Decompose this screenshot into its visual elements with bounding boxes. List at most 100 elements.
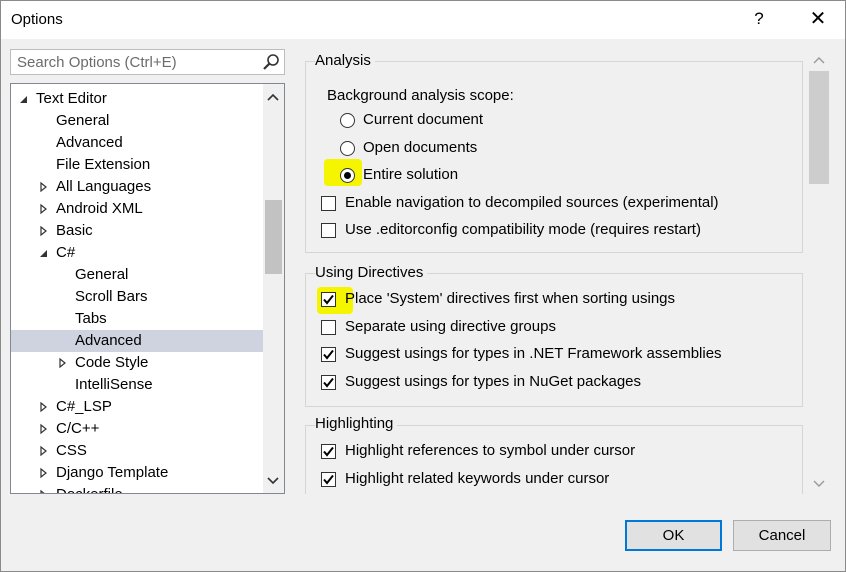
expanded-arrow-icon[interactable] [39, 242, 49, 264]
scope-option-label: Entire solution [363, 166, 459, 183]
scroll-up-icon[interactable] [266, 90, 280, 104]
tree-item[interactable]: C# [11, 242, 263, 264]
collapsed-arrow-icon[interactable] [39, 198, 49, 220]
tree-item[interactable]: Advanced [11, 132, 263, 154]
tree-item-label: File Extension [56, 156, 151, 173]
checked-checkbox[interactable] [321, 292, 336, 307]
ok-button[interactable]: OK [625, 520, 722, 551]
tree-item-label: IntelliSense [75, 376, 153, 393]
checkmark-icon [323, 377, 334, 388]
checked-checkbox[interactable] [321, 472, 336, 487]
highlighting-option-label: Highlight references to symbol under cur… [345, 442, 636, 459]
radio-unselected[interactable] [340, 141, 355, 156]
checked-checkbox[interactable] [321, 444, 336, 459]
collapsed-arrow-icon[interactable] [58, 352, 68, 374]
tree-item[interactable]: C#_LSP [11, 396, 263, 418]
checked-checkbox[interactable] [321, 375, 336, 390]
collapsed-arrow-icon[interactable] [39, 462, 49, 484]
tree-item[interactable]: Text Editor [11, 88, 263, 110]
tree-item-label: General [75, 266, 129, 283]
using-option-label: Suggest usings for types in .NET Framewo… [345, 345, 722, 362]
highlighting-option-label: Highlight related keywords under cursor [345, 470, 610, 487]
checkmark-icon [323, 294, 334, 305]
settings-panel: Analysis Background analysis scope: Curr… [305, 49, 833, 494]
settings-scroll-thumb[interactable] [809, 71, 829, 184]
tree-item-label: All Languages [56, 178, 152, 195]
tree-item-label: Tabs [75, 310, 107, 327]
tree-item[interactable]: All Languages [11, 176, 263, 198]
expanded-arrow-icon[interactable] [19, 88, 29, 110]
collapsed-arrow-icon[interactable] [39, 440, 49, 462]
collapsed-arrow-icon[interactable] [39, 220, 49, 242]
highlighting-heading: Highlighting [315, 415, 398, 432]
search-box [10, 49, 285, 75]
using-option-label: Separate using directive groups [345, 318, 556, 335]
tree-item-label: General [56, 112, 110, 129]
tree-item[interactable]: Code Style [11, 352, 263, 374]
checked-checkbox[interactable] [321, 347, 336, 362]
tree-item-label: Code Style [75, 354, 149, 371]
tree-item-label: Text Editor [36, 90, 107, 107]
tree-item[interactable]: Scroll Bars [11, 286, 263, 308]
editorconfig-compat-checkbox[interactable] [321, 223, 336, 238]
tree-item-label: Dockerfile [56, 484, 123, 493]
tree-item[interactable]: Tabs [11, 308, 263, 330]
options-dialog: Options ? ✕ Text Editor General Advanced Fi… [0, 0, 846, 572]
analysis-heading-label: Analysis [315, 52, 375, 69]
scope-label: Background analysis scope: [327, 87, 514, 104]
tree-item[interactable]: Django Template [11, 462, 263, 484]
radio-selected[interactable] [340, 168, 355, 183]
radio-dot-icon [344, 172, 351, 179]
tree-item-label: C#_LSP [56, 398, 112, 415]
tree-item[interactable]: Dockerfile [11, 484, 263, 494]
decompiled-sources-checkbox[interactable] [321, 196, 336, 211]
tree-item-label: C/C++ [56, 420, 100, 437]
cancel-button[interactable]: Cancel [733, 520, 831, 551]
tree-item-label: Advanced [75, 332, 142, 349]
using-directives-heading: Using Directives [315, 264, 428, 281]
collapsed-arrow-icon[interactable] [39, 176, 49, 198]
tree-item-label: Android XML [56, 200, 143, 217]
checkmark-icon [323, 446, 334, 457]
tree-scroll-thumb[interactable] [265, 200, 282, 274]
collapsed-arrow-icon[interactable] [39, 484, 49, 494]
using-option-label: Suggest usings for types in NuGet packag… [345, 373, 642, 390]
tree-item[interactable]: Android XML [11, 198, 263, 220]
tree-item[interactable]: Basic [11, 220, 263, 242]
scroll-down-icon[interactable] [266, 474, 280, 488]
collapsed-arrow-icon[interactable] [39, 418, 49, 440]
title-bar: Options ? ✕ [1, 1, 845, 39]
search-input[interactable] [11, 50, 261, 74]
tree-item-label: Basic [56, 222, 93, 239]
decompiled-sources-label: Enable navigation to decompiled sources … [345, 194, 719, 211]
editorconfig-compat-label: Use .editorconfig compatibility mode (re… [345, 221, 701, 238]
scroll-up-icon[interactable] [812, 53, 826, 67]
unchecked-checkbox[interactable] [321, 320, 336, 335]
tree-item-label: CSS [56, 442, 87, 459]
collapsed-arrow-icon[interactable] [39, 396, 49, 418]
radio-unselected[interactable] [340, 113, 355, 128]
scope-option-label: Current document [363, 111, 484, 128]
tree-item[interactable]: General [11, 264, 263, 286]
help-button[interactable]: ? [743, 3, 775, 35]
tree-item-label: C# [56, 244, 76, 261]
scroll-down-icon[interactable] [812, 477, 826, 491]
using-option-label: Place 'System' directives first when sor… [345, 290, 676, 307]
tree-item-label: Scroll Bars [75, 288, 148, 305]
tree-item[interactable]: IntelliSense [11, 374, 263, 396]
close-button[interactable]: ✕ [798, 3, 838, 35]
tree-item[interactable]: Advanced [11, 330, 263, 352]
tree-item-label: Django Template [56, 464, 169, 481]
tree-item[interactable]: CSS [11, 440, 263, 462]
search-icon[interactable] [262, 53, 280, 71]
tree-item[interactable]: C/C++ [11, 418, 263, 440]
tree-item[interactable]: General [11, 110, 263, 132]
tree-item-label: Advanced [56, 134, 123, 151]
tree-scrollbar[interactable] [263, 84, 284, 493]
window-title: Options [11, 11, 63, 28]
checkmark-icon [323, 349, 334, 360]
checkmark-icon [323, 474, 334, 485]
settings-scrollbar[interactable] [808, 53, 830, 494]
tree-item[interactable]: File Extension [11, 154, 263, 176]
scope-option-label: Open documents [363, 139, 478, 156]
